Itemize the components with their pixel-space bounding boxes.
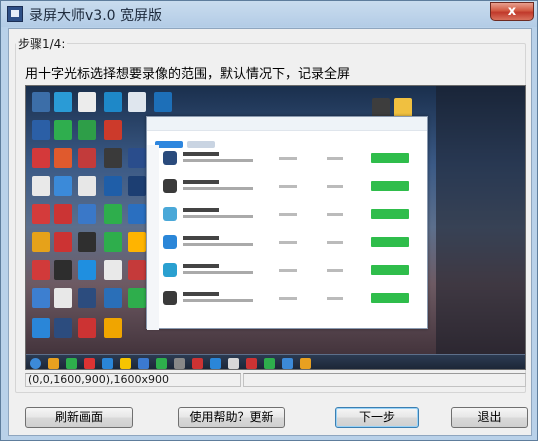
window-title: 录屏大师v3.0 宽屏版 [29,8,162,24]
desktop-icon [32,120,50,140]
next-button[interactable]: 下一步 [335,407,419,428]
screen-preview[interactable] [25,85,526,370]
desktop-icon [128,92,146,112]
desktop-icon [372,98,390,118]
desktop-icon [128,176,146,196]
preview-app-tabs [155,133,265,148]
desktop-icon [104,148,122,168]
preview-taskbar [26,354,525,369]
preview-app-row [163,289,421,309]
preview-app-row [163,261,421,281]
desktop-icon [32,318,50,338]
desktop-icon [54,318,72,338]
desktop-icon [54,232,72,252]
desktop-icon [32,176,50,196]
desktop-icon [78,260,96,280]
desktop-icon [32,92,50,112]
desktop-icon [32,204,50,224]
desktop-icon [78,288,96,308]
preview-app-row [163,177,421,197]
desktop-icon [32,232,50,252]
desktop-icon [32,148,50,168]
desktop-icon [78,148,96,168]
preview-app-sidebar [147,145,159,330]
title-bar[interactable]: 录屏大师v3.0 宽屏版 x [1,1,537,27]
desktop-icon [32,288,50,308]
preview-app-window [146,116,428,330]
status-secondary [243,373,526,387]
preview-app-row [163,149,421,169]
desktop-icon [104,260,122,280]
desktop-icon [54,120,72,140]
desktop-icon [54,260,72,280]
desktop-icon [128,232,146,252]
instruction-text: 用十字光标选择想要录像的范围，默认情况下，记录全屏 [25,67,351,82]
desktop-icon [54,92,72,112]
app-icon [7,6,23,22]
desktop-icon [78,204,96,224]
desktop-icon [54,204,72,224]
desktop-icon [128,204,146,224]
app-window: 录屏大师v3.0 宽屏版 x 步骤1/4: 用十字光标选择想要录像的范围，默认情… [0,0,538,441]
exit-button[interactable]: 退出 [451,407,528,428]
refresh-button[interactable]: 刷新画面 [25,407,133,428]
desktop-icon [32,260,50,280]
desktop-icon [394,98,412,118]
desktop-icon [104,204,122,224]
desktop-icon [128,148,146,168]
desktop-icon [78,176,96,196]
desktop-icon [78,318,96,338]
step-legend: 步骤1/4: [16,35,68,52]
desktop-icon [104,92,122,112]
desktop-icon [104,288,122,308]
desktop-icon [128,288,146,308]
preview-side-panel [436,86,525,356]
desktop-icon [128,260,146,280]
desktop-icon [78,120,96,140]
desktop-icon [104,120,122,140]
help-update-button[interactable]: 使用帮助？更新 [178,407,285,428]
close-icon: x [507,4,517,19]
preview-app-row [163,233,421,253]
desktop-icon [54,148,72,168]
preview-app-row [163,205,421,225]
desktop-icon [54,288,72,308]
desktop-icon [104,318,122,338]
preview-app-titlebar [147,117,427,131]
desktop-icon [54,176,72,196]
desktop-icon [154,92,172,112]
region-status: (0,0,1600,900),1600x900 [25,373,241,387]
desktop-icon [78,92,96,112]
close-button[interactable]: x [490,2,534,21]
desktop-icon [78,232,96,252]
desktop-icon [104,176,122,196]
desktop-icon [104,232,122,252]
